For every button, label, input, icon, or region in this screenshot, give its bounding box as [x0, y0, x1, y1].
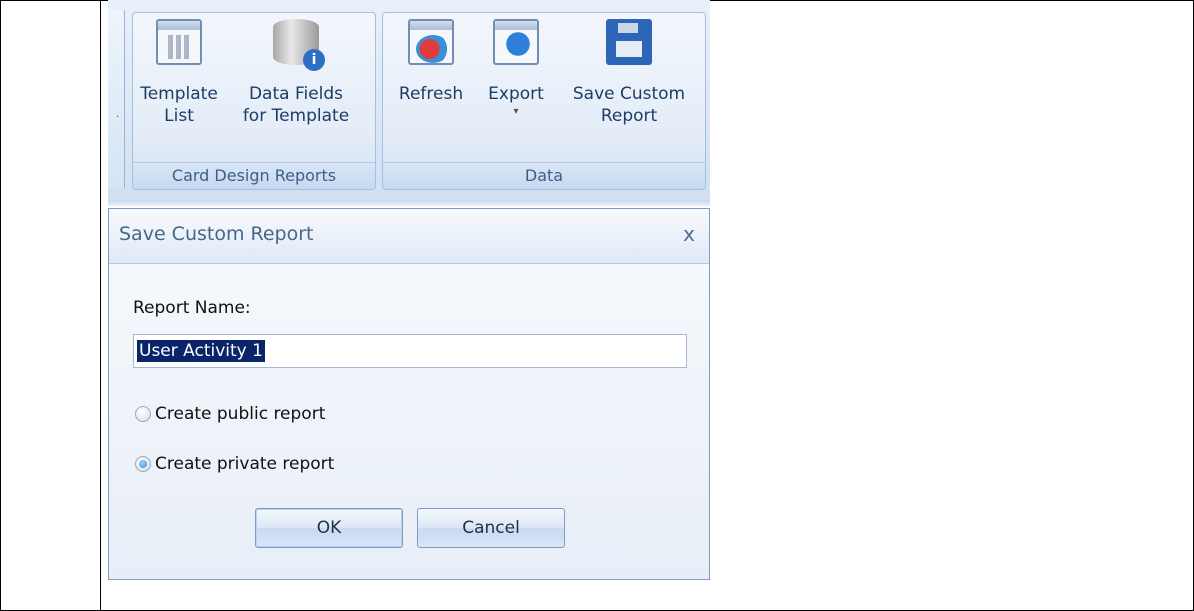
- ribbon-previous-group: ·: [108, 10, 125, 188]
- group-label-card-design-reports: Card Design Reports: [133, 162, 375, 189]
- group-label-data: Data: [383, 162, 705, 189]
- document-border-left: [0, 0, 1, 611]
- dialog-title: Save Custom Report: [119, 223, 314, 245]
- data-fields-for-template-button[interactable]: i Data Fields for Template: [223, 19, 369, 127]
- save-floppy-icon: [606, 19, 652, 65]
- radio-private-report[interactable]: Create private report: [135, 454, 334, 474]
- template-list-button[interactable]: Template List: [139, 19, 219, 127]
- refresh-icon: [408, 19, 454, 65]
- ribbon: · Template List i Data Fields for Templa…: [108, 0, 710, 200]
- close-icon[interactable]: x: [683, 222, 695, 246]
- export-label: Export: [488, 84, 544, 104]
- data-fields-label: Data Fields for Template: [242, 84, 350, 126]
- radio-private-label: Create private report: [155, 454, 335, 474]
- template-list-label: Template List: [140, 84, 218, 126]
- ok-button[interactable]: OK: [255, 508, 403, 548]
- save-custom-report-button[interactable]: Save Custom Report: [559, 19, 699, 127]
- dialog-body: Report Name: User Activity 1 Create publ…: [109, 264, 709, 579]
- save-custom-report-dialog: Save Custom Report x Report Name: User A…: [108, 208, 710, 580]
- save-custom-report-label: Save Custom Report: [572, 84, 686, 126]
- chevron-down-icon[interactable]: ▾: [477, 105, 555, 119]
- refresh-label: Refresh: [398, 84, 464, 104]
- refresh-button[interactable]: Refresh: [387, 19, 475, 105]
- report-name-input[interactable]: User Activity 1: [133, 334, 687, 368]
- document-column-divider: [100, 0, 101, 611]
- app-screenshot: · Template List i Data Fields for Templa…: [108, 0, 710, 582]
- radio-public-button[interactable]: [135, 406, 151, 422]
- radio-private-button[interactable]: [135, 456, 151, 472]
- radio-public-label: Create public report: [155, 404, 326, 424]
- dialog-titlebar[interactable]: Save Custom Report x: [109, 209, 709, 264]
- ribbon-group-data: Refresh Export ▾ Save Custom Report Data: [382, 12, 706, 190]
- ribbon-group-edge-mark: ·: [116, 112, 120, 123]
- export-icon: [493, 19, 539, 65]
- export-button[interactable]: Export ▾: [477, 19, 555, 119]
- report-name-value: User Activity 1: [137, 340, 265, 362]
- database-info-icon: i: [273, 19, 325, 71]
- ribbon-separator: [108, 200, 710, 206]
- radio-public-report[interactable]: Create public report: [135, 404, 325, 424]
- template-list-icon: [156, 19, 202, 65]
- ribbon-group-card-design-reports: Template List i Data Fields for Template…: [132, 12, 376, 190]
- cancel-button[interactable]: Cancel: [417, 508, 565, 548]
- report-name-label: Report Name:: [133, 298, 251, 318]
